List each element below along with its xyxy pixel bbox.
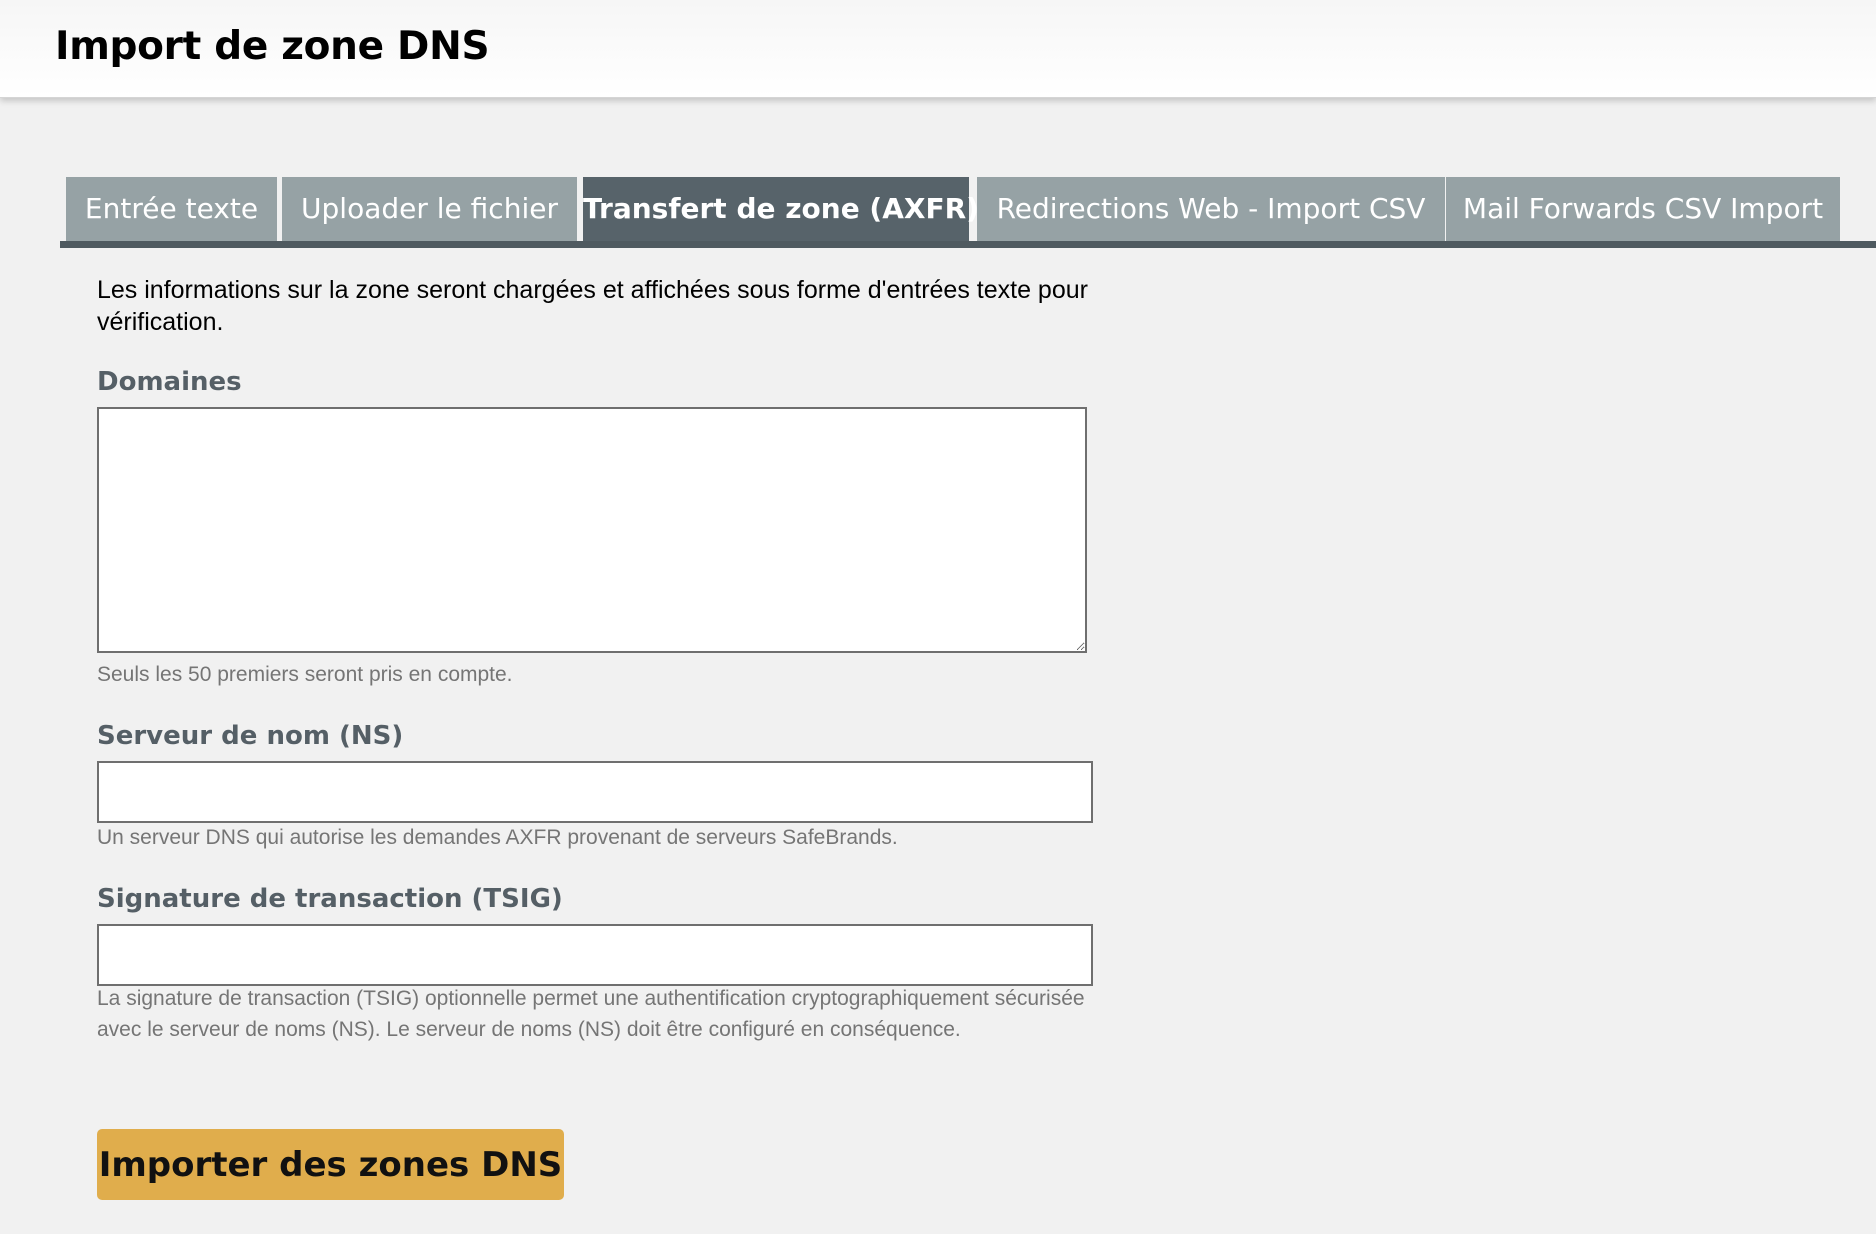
import-dns-zones-button[interactable]: Importer des zones DNS — [97, 1129, 564, 1200]
domains-textarea[interactable] — [97, 407, 1087, 653]
tab-zone-transfer-axfr[interactable]: Transfert de zone (AXFR) — [583, 177, 979, 241]
import-tabs: Entrée texte Uploader le fichier Transfe… — [60, 177, 1876, 248]
domains-help: Seuls les 50 premiers seront pris en com… — [97, 663, 513, 686]
tab-upload-file[interactable]: Uploader le fichier — [282, 177, 577, 241]
nameserver-input[interactable] — [97, 761, 1093, 823]
intro-text: Les informations sur la zone seront char… — [97, 276, 1088, 336]
domains-label: Domaines — [97, 367, 242, 397]
tab-text-entry[interactable]: Entrée texte — [66, 177, 277, 241]
tsig-help: La signature de transaction (TSIG) optio… — [97, 987, 1085, 1041]
tab-mail-forwards-csv[interactable]: Mail Forwards CSV Import — [1446, 177, 1840, 241]
tab-web-redirects-csv[interactable]: Redirections Web - Import CSV — [977, 177, 1445, 241]
tsig-label: Signature de transaction (TSIG) — [97, 884, 563, 914]
page-title: Import de zone DNS — [55, 24, 490, 69]
tsig-input[interactable] — [97, 924, 1093, 986]
nameserver-label: Serveur de nom (NS) — [97, 721, 404, 751]
nameserver-help: Un serveur DNS qui autorise les demandes… — [97, 826, 898, 849]
page-header: Import de zone DNS — [0, 0, 1876, 98]
